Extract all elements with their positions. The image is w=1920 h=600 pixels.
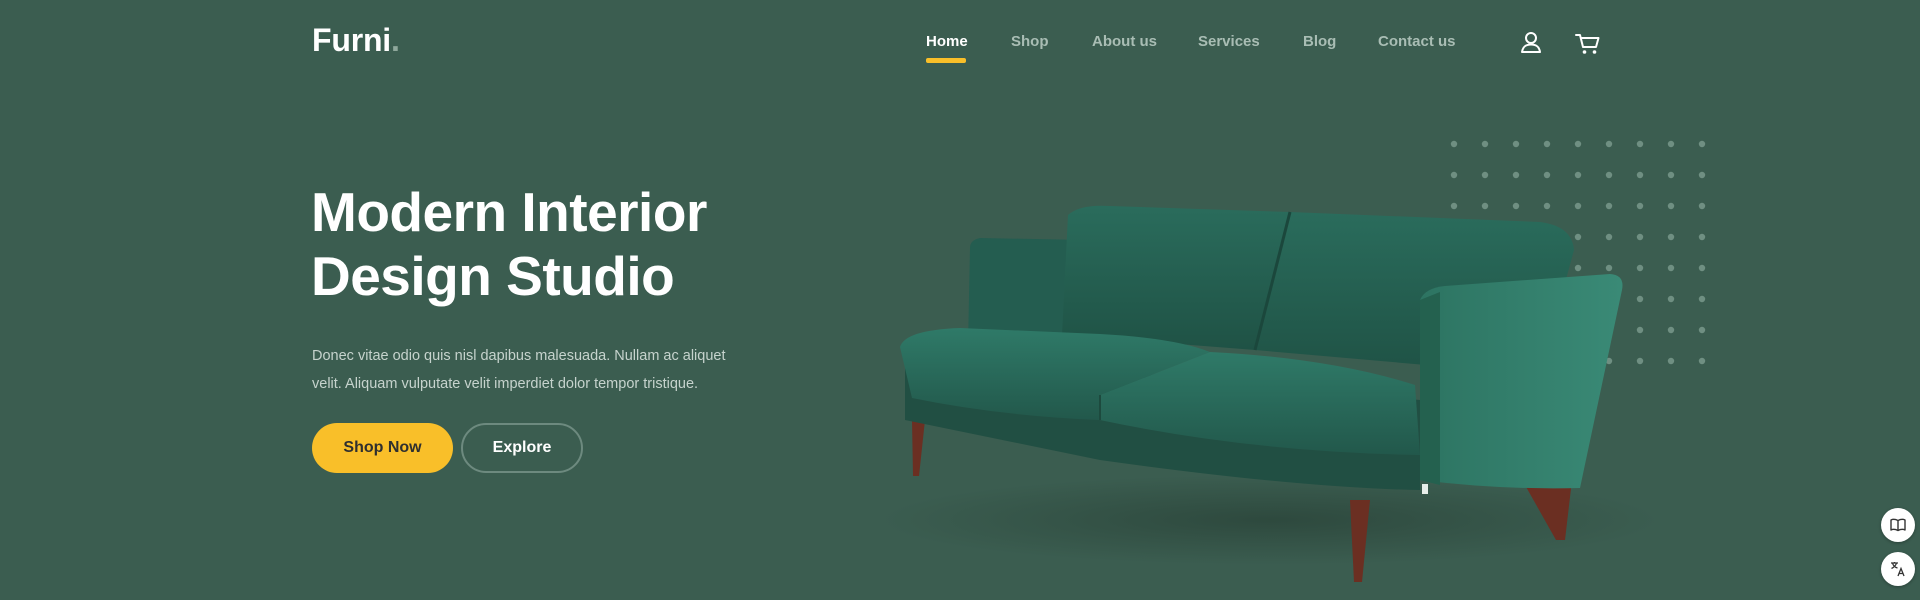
book-icon[interactable] [1881,508,1915,542]
sofa-image [880,205,1660,582]
translate-icon[interactable] [1881,552,1915,586]
